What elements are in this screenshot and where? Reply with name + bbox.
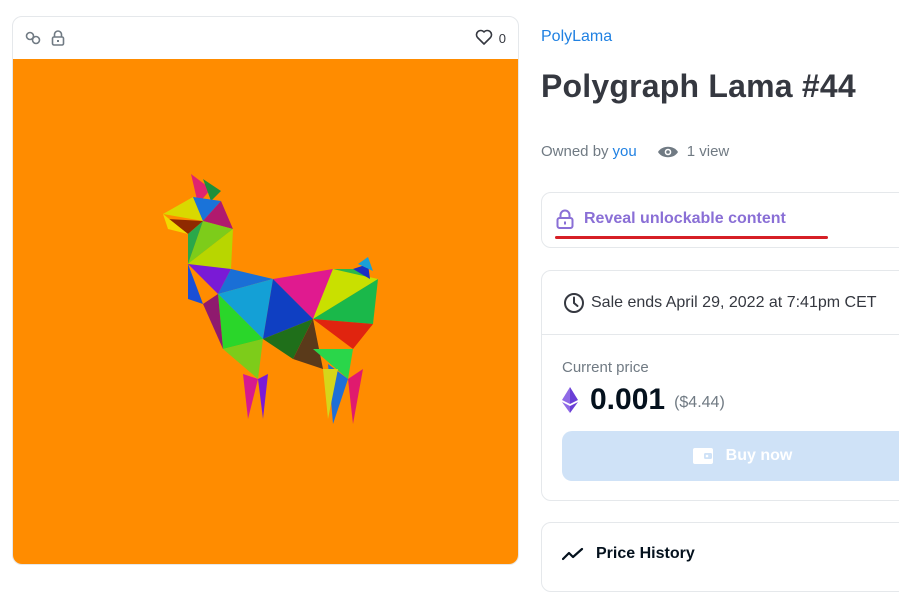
- price-value: 0.001: [590, 383, 666, 416]
- trending-icon: [562, 547, 584, 561]
- price-usd: ($4.44): [674, 394, 725, 411]
- reveal-label: Reveal unlockable content: [584, 210, 786, 227]
- current-price-label: Current price: [562, 359, 649, 376]
- reveal-unlockable-button[interactable]: Reveal unlockable content: [556, 209, 786, 229]
- buy-now-label: Buy now: [725, 447, 793, 464]
- price-history-header[interactable]: Price History: [562, 545, 695, 563]
- price-history-panel[interactable]: Price History: [541, 522, 899, 592]
- favorite-count: 0: [498, 30, 506, 46]
- lock-icon: [556, 209, 574, 229]
- nft-image-card: 0: [12, 16, 519, 565]
- annotation-underline: [555, 236, 828, 239]
- heart-icon: [475, 29, 493, 48]
- buy-now-button[interactable]: Buy now: [562, 431, 899, 481]
- llama-artwork-image: [163, 174, 378, 424]
- favorite-button[interactable]: 0: [475, 29, 506, 48]
- wallet-icon: [692, 446, 714, 466]
- item-title: Polygraph Lama #44: [541, 68, 856, 104]
- sale-ends-text: Sale ends April 29, 2022 at 7:41pm CET: [591, 293, 877, 311]
- card-toolbar: 0: [13, 17, 518, 59]
- link-icon: [25, 31, 41, 45]
- owner-row: Owned by you 1 view: [541, 143, 729, 160]
- owned-by-label: Owned by: [541, 143, 609, 160]
- price-row: 0.001 ($4.44): [562, 383, 725, 417]
- clock-icon: [563, 292, 585, 314]
- price-history-label: Price History: [596, 545, 695, 562]
- nft-artwork[interactable]: [13, 59, 518, 564]
- sale-header: Sale ends April 29, 2022 at 7:41pm CET: [542, 271, 899, 335]
- ethereum-icon: [562, 387, 578, 413]
- view-count: 1 view: [686, 143, 730, 160]
- lock-icon: [51, 30, 65, 46]
- eye-icon: [657, 145, 679, 159]
- collection-link[interactable]: PolyLama: [541, 28, 612, 46]
- sale-panel: Sale ends April 29, 2022 at 7:41pm CET C…: [541, 270, 899, 501]
- unlockable-panel: Reveal unlockable content: [541, 192, 899, 248]
- owner-link[interactable]: you: [613, 143, 637, 160]
